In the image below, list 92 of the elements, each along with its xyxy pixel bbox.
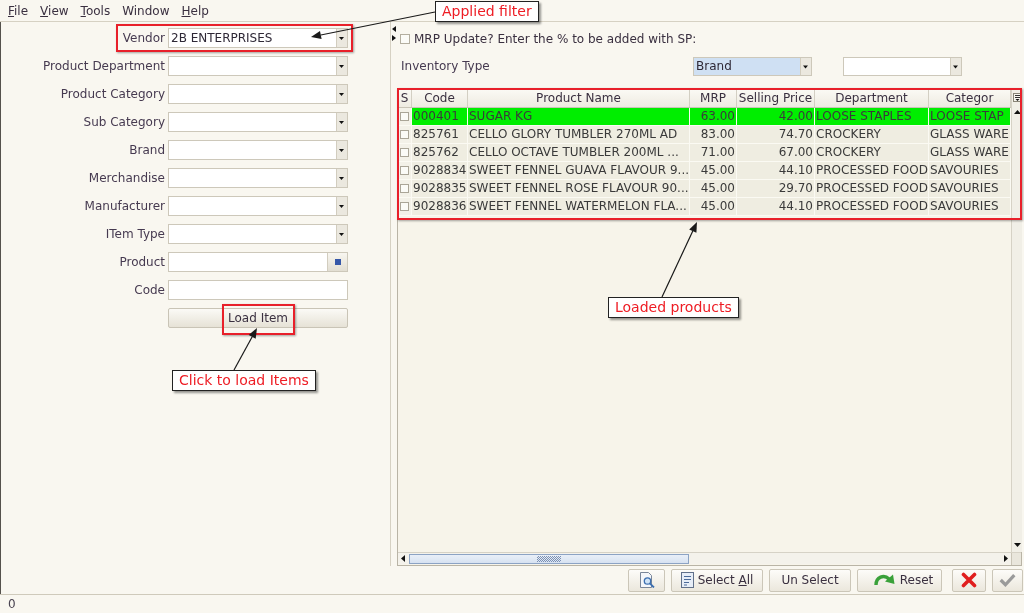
- up-arrow-icon[interactable]: [1013, 110, 1021, 114]
- field-label: Manufacturer: [84, 199, 165, 213]
- right-arrow-icon[interactable]: [391, 35, 396, 41]
- caret-icon: [336, 57, 347, 75]
- field-label: Merchandise: [88, 171, 165, 185]
- table-row[interactable]: 9028836 SWEET FENNEL WATERMELON FLA... 45.00 44.10 PROCESSED FOOD SAVOURIES: [398, 198, 1011, 216]
- column-header[interactable]: Selling Price: [737, 89, 815, 107]
- field-label: Product Department: [43, 59, 165, 73]
- select-all-button[interactable]: Select All: [671, 568, 763, 592]
- field-label: Sub Category: [83, 115, 165, 129]
- horizontal-scrollbar[interactable]: [398, 553, 1011, 564]
- checkbox[interactable]: [400, 148, 409, 157]
- checkbox[interactable]: [400, 184, 409, 193]
- caret-icon: [336, 29, 347, 47]
- dropdown[interactable]: [168, 56, 348, 76]
- table-row[interactable]: 825761 CELLO GLORY TUMBLER 270ML AD 83.00 74.70 CROCKERY GLASS WARE: [398, 126, 1011, 144]
- status-text: 0: [8, 597, 16, 611]
- field-label: Vendor: [122, 31, 165, 45]
- table-cell: SWEET FENNEL WATERMELON FLA...: [468, 198, 690, 216]
- checkbox[interactable]: [400, 130, 409, 139]
- dropdown[interactable]: [168, 112, 348, 132]
- caret-icon: [336, 225, 347, 243]
- dropdown[interactable]: 2B ENTERPRISES: [168, 28, 348, 48]
- field-label: ITem Type: [105, 227, 165, 241]
- unselect-button[interactable]: Un Select: [769, 568, 851, 592]
- lookup-button[interactable]: [327, 253, 347, 271]
- caret-icon: [336, 141, 347, 159]
- check-icon: [999, 573, 1016, 587]
- annotation-callout: Applied filter: [435, 1, 539, 22]
- menu-item[interactable]: Help: [181, 2, 209, 19]
- scrollbar-corner: [1011, 553, 1021, 565]
- checkbox[interactable]: [400, 166, 409, 175]
- caret-icon: [336, 197, 347, 215]
- table-cell: 44.10: [737, 198, 815, 216]
- table-row[interactable]: 9028835 SWEET FENNEL ROSE FLAVOUR 90... 45.00 29.70 PROCESSED FOOD SAVOURIES: [398, 180, 1011, 198]
- checkbox[interactable]: [400, 34, 410, 44]
- dropdown[interactable]: [168, 224, 348, 244]
- dropdown[interactable]: [843, 56, 962, 76]
- field-label: Product: [119, 255, 165, 269]
- load-item-button[interactable]: Load Item: [168, 308, 348, 328]
- column-header[interactable]: Department: [815, 89, 929, 107]
- caret-icon: [336, 169, 347, 187]
- annotation-callout: Loaded products: [608, 297, 739, 318]
- dropdown[interactable]: [168, 140, 348, 160]
- preview-button[interactable]: [628, 568, 665, 592]
- vertical-scrollbar[interactable]: [1011, 89, 1022, 552]
- caret-icon: [950, 57, 961, 75]
- field-label: Code: [134, 283, 165, 297]
- table-row[interactable]: 9028834 SWEET FENNEL GUAVA FLAVOUR 9... 45.00 44.10 PROCESSED FOOD SAVOURIES: [398, 162, 1011, 180]
- reset-button[interactable]: Reset: [857, 568, 942, 592]
- caret-icon: [336, 85, 347, 103]
- menu-item[interactable]: File: [8, 2, 29, 19]
- callout-arrow: [233, 328, 257, 371]
- dropdown[interactable]: [168, 84, 348, 104]
- checkbox-label: MRP Update? Enter the % to be added with SP:: [414, 32, 697, 46]
- column-header[interactable]: S: [398, 89, 412, 107]
- checkbox[interactable]: [400, 112, 409, 121]
- field-label: Product Category: [60, 87, 165, 101]
- scroll-thumb[interactable]: [409, 553, 689, 564]
- table-row[interactable]: 000401 SUGAR KG 63.00 42.00 LOOSE STAPLES LOOSE STAP: [398, 108, 1011, 126]
- left-arrow-icon[interactable]: [401, 555, 405, 562]
- field-label: Brand: [129, 143, 165, 157]
- column-header[interactable]: Code: [412, 89, 468, 107]
- square-icon: [334, 259, 341, 265]
- menu-item[interactable]: Window: [122, 2, 170, 19]
- column-header[interactable]: Product Name: [468, 89, 690, 107]
- column-header[interactable]: MRP: [690, 89, 737, 107]
- dropdown[interactable]: Brand: [693, 56, 812, 76]
- cross-icon: [961, 572, 977, 588]
- document-search-icon: [638, 572, 655, 588]
- table-cell: 9028836: [412, 198, 468, 216]
- menu-item[interactable]: View: [40, 2, 69, 19]
- column-control-icon[interactable]: [1012, 93, 1022, 102]
- document-icon: [680, 572, 694, 588]
- caret-icon: [336, 113, 347, 131]
- checkbox[interactable]: [400, 202, 409, 211]
- field-label: Inventory Type: [401, 59, 490, 73]
- menu-item[interactable]: Tools: [80, 2, 111, 19]
- down-arrow-icon[interactable]: [1013, 543, 1021, 547]
- input-field[interactable]: [168, 280, 348, 300]
- dropdown[interactable]: [168, 196, 348, 216]
- annotation-callout: Click to load Items: [172, 370, 316, 391]
- right-arrow-icon[interactable]: [1004, 555, 1008, 562]
- left-arrow-icon[interactable]: [391, 26, 396, 32]
- caret-icon: [800, 57, 811, 75]
- table-cell: PROCESSED FOOD: [815, 198, 929, 216]
- input-field[interactable]: [168, 252, 348, 272]
- curved-arrow-icon: [873, 572, 896, 588]
- cancel-button[interactable]: [952, 568, 986, 592]
- dropdown[interactable]: [168, 168, 348, 188]
- table-row[interactable]: 825762 CELLO OCTAVE TUMBLER 200ML ... 71.00 67.00 CROCKERY GLASS WARE: [398, 144, 1011, 162]
- table-cell: 45.00: [690, 198, 737, 216]
